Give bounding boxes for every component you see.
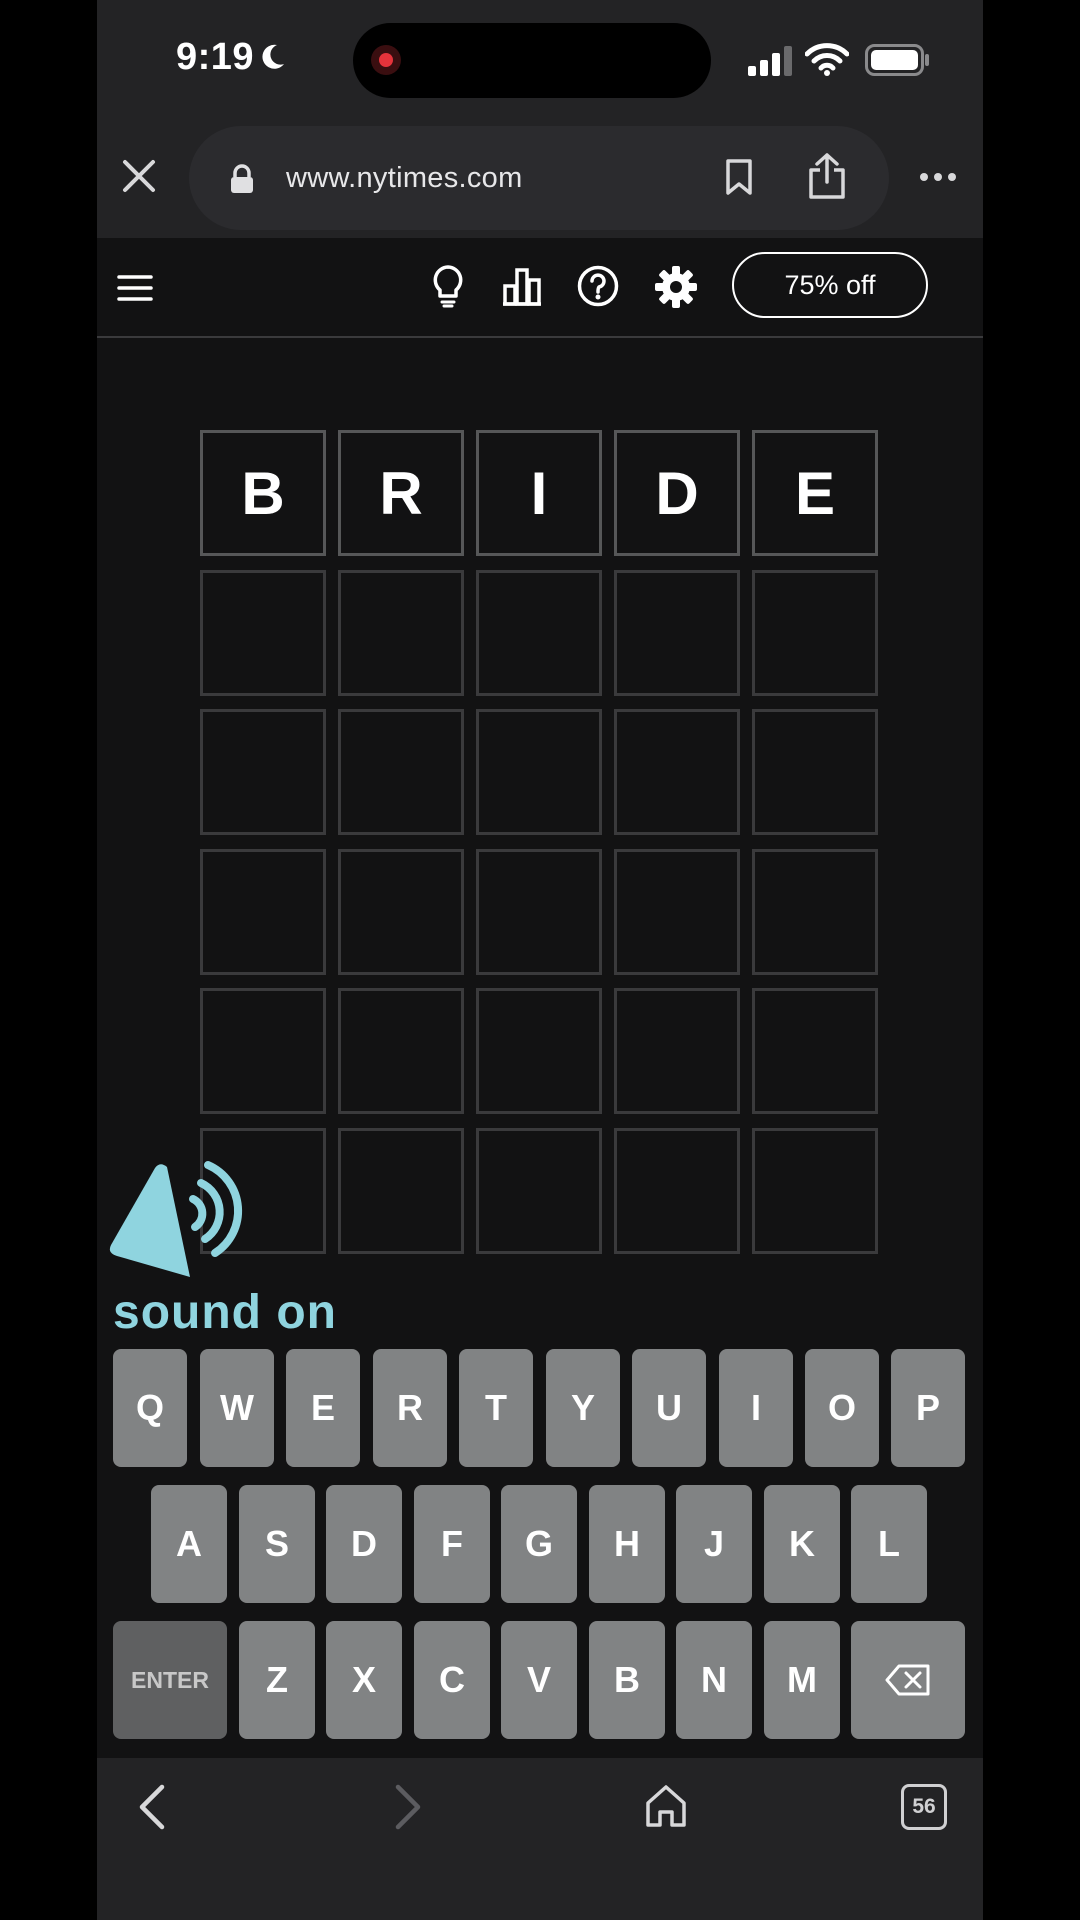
key-z[interactable]: Z xyxy=(239,1621,315,1739)
backspace-icon xyxy=(885,1664,930,1696)
help-icon[interactable] xyxy=(577,265,619,307)
board-tile xyxy=(338,709,464,836)
board-tile: D xyxy=(614,430,740,556)
board-tile xyxy=(614,1127,740,1254)
board-tile xyxy=(752,709,878,836)
close-icon[interactable] xyxy=(121,158,157,194)
key-m[interactable]: M xyxy=(764,1621,840,1739)
key-f[interactable]: F xyxy=(414,1485,490,1603)
browser-toolbar: 56 xyxy=(97,1758,983,1920)
back-arrow-icon[interactable] xyxy=(137,1784,167,1830)
key-q[interactable]: Q xyxy=(113,1349,187,1467)
lock-icon xyxy=(231,164,253,193)
board-tile xyxy=(338,848,464,975)
key-r[interactable]: R xyxy=(373,1349,447,1467)
game-header: 75% off xyxy=(97,238,983,338)
board-tile: E xyxy=(752,430,878,556)
board-tile xyxy=(200,848,326,975)
bookmark-icon[interactable] xyxy=(725,158,753,196)
board-tile xyxy=(476,848,602,975)
key-c[interactable]: C xyxy=(414,1621,490,1739)
game-board: B R I D E xyxy=(200,430,878,1254)
key-j[interactable]: J xyxy=(676,1485,752,1603)
key-n[interactable]: N xyxy=(676,1621,752,1739)
board-tile xyxy=(752,1127,878,1254)
tabs-count-button[interactable]: 56 xyxy=(901,1784,947,1830)
key-e[interactable]: E xyxy=(286,1349,360,1467)
key-o[interactable]: O xyxy=(805,1349,879,1467)
browser-bar: www.nytimes.com xyxy=(97,120,983,238)
board-tile xyxy=(338,988,464,1115)
hamburger-menu-icon[interactable] xyxy=(117,274,153,302)
status-bar: 9:19 xyxy=(97,0,983,120)
key-t[interactable]: T xyxy=(459,1349,533,1467)
board-tile xyxy=(476,709,602,836)
key-w[interactable]: W xyxy=(200,1349,274,1467)
battery-icon xyxy=(865,44,929,76)
board-tile xyxy=(476,1127,602,1254)
enter-key[interactable]: ENTER xyxy=(113,1621,227,1739)
sound-on-label: sound on xyxy=(113,1286,337,1339)
key-i[interactable]: I xyxy=(719,1349,793,1467)
forward-arrow-icon[interactable] xyxy=(393,1784,423,1830)
board-tile xyxy=(476,569,602,696)
keyboard-row-3: ENTER Z X C V B N M xyxy=(113,1621,965,1739)
dynamic-island xyxy=(353,23,711,98)
key-d[interactable]: D xyxy=(326,1485,402,1603)
keyboard-row-2: A S D F G H J K L xyxy=(151,1485,927,1603)
keyboard-row-1: Q W E R T Y U I O P xyxy=(113,1349,965,1467)
key-s[interactable]: S xyxy=(239,1485,315,1603)
board-tile xyxy=(200,709,326,836)
lightbulb-icon[interactable] xyxy=(431,264,465,308)
board-tile xyxy=(614,848,740,975)
board-tile xyxy=(338,569,464,696)
address-bar[interactable]: www.nytimes.com xyxy=(189,126,889,230)
board-tile xyxy=(614,709,740,836)
discount-promo-button[interactable]: 75% off xyxy=(732,252,928,318)
board-tile xyxy=(614,569,740,696)
key-y[interactable]: Y xyxy=(546,1349,620,1467)
share-icon[interactable] xyxy=(807,152,847,200)
board-tile: I xyxy=(476,430,602,556)
gear-icon[interactable] xyxy=(654,265,698,309)
moon-icon xyxy=(262,44,284,69)
board-tile xyxy=(752,848,878,975)
key-h[interactable]: H xyxy=(589,1485,665,1603)
wifi-icon xyxy=(805,43,849,76)
speaker-sound-icon xyxy=(109,1161,243,1277)
board-tile xyxy=(200,569,326,696)
phone-screen: 9:19 www.nytimes.com 75% off B R I D E s… xyxy=(97,0,983,1920)
board-tile xyxy=(752,988,878,1115)
key-v[interactable]: V xyxy=(501,1621,577,1739)
key-u[interactable]: U xyxy=(632,1349,706,1467)
board-tile xyxy=(476,988,602,1115)
more-options-icon[interactable] xyxy=(919,172,957,182)
home-icon[interactable] xyxy=(645,1784,687,1828)
key-g[interactable]: G xyxy=(501,1485,577,1603)
board-tile: B xyxy=(200,430,326,556)
board-tile xyxy=(752,569,878,696)
key-l[interactable]: L xyxy=(851,1485,927,1603)
cellular-signal-icon xyxy=(748,46,792,76)
recording-indicator-icon xyxy=(371,45,401,75)
board-tile xyxy=(338,1127,464,1254)
key-b[interactable]: B xyxy=(589,1621,665,1739)
statistics-icon[interactable] xyxy=(501,266,543,306)
board-tile xyxy=(200,988,326,1115)
backspace-key[interactable] xyxy=(851,1621,965,1739)
board-tile: R xyxy=(338,430,464,556)
status-time: 9:19 xyxy=(176,36,255,78)
board-tile xyxy=(614,988,740,1115)
key-k[interactable]: K xyxy=(764,1485,840,1603)
url-text: www.nytimes.com xyxy=(286,162,523,194)
key-p[interactable]: P xyxy=(891,1349,965,1467)
key-a[interactable]: A xyxy=(151,1485,227,1603)
key-x[interactable]: X xyxy=(326,1621,402,1739)
